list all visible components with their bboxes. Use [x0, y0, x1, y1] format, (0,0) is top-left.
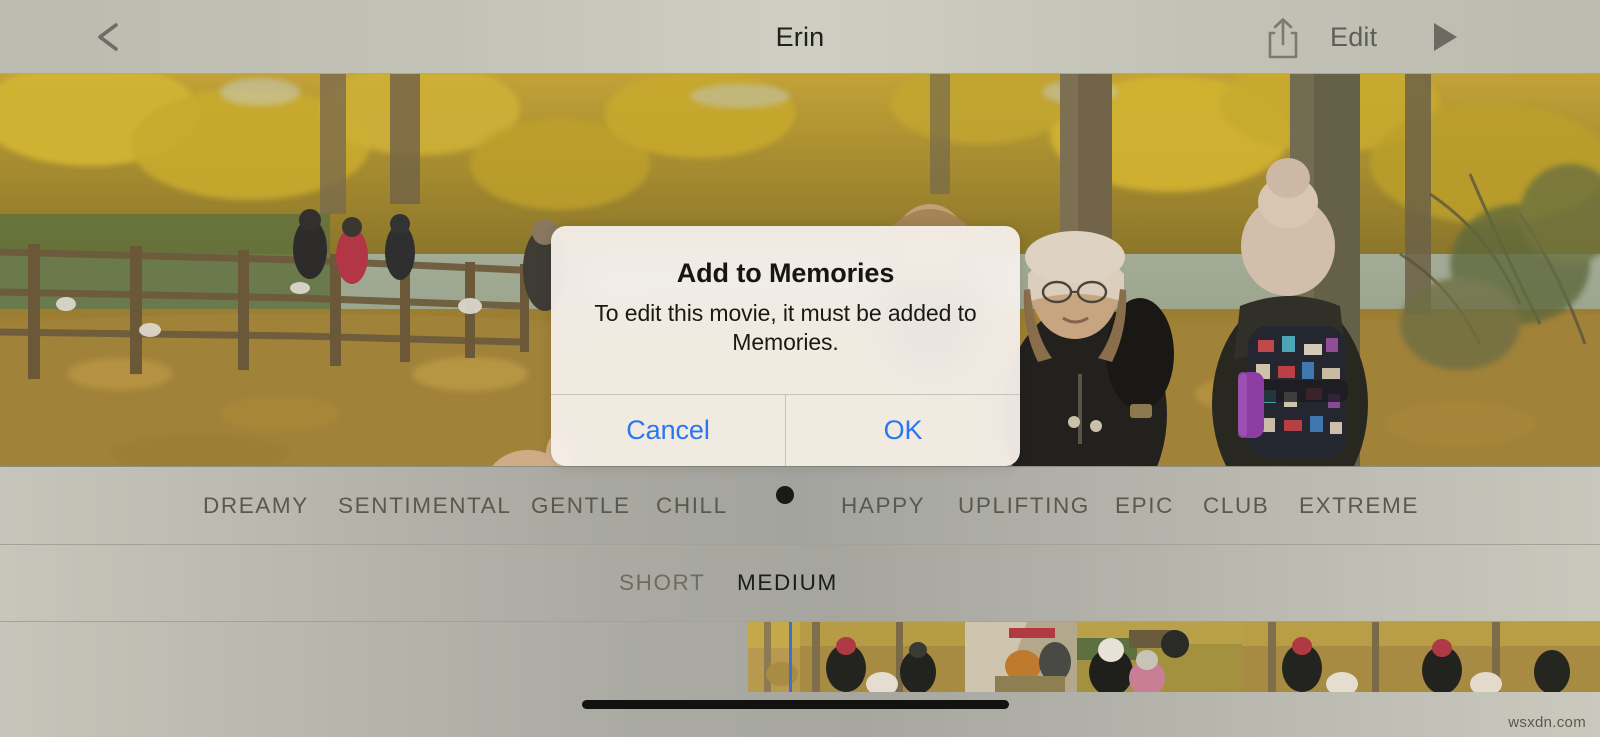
share-icon[interactable]	[1264, 16, 1302, 60]
photos-memory-editor-screen: Erin Edit DREAMY SENTIMENTAL GENTLE CHIL…	[0, 0, 1600, 737]
filmstrip-frame[interactable]	[1077, 622, 1242, 692]
navigation-bar: Erin Edit	[0, 0, 1600, 74]
mood-item-happy[interactable]: HAPPY	[841, 493, 925, 519]
duration-item-medium[interactable]: MEDIUM	[737, 570, 838, 596]
mood-item-sentimental[interactable]: SENTIMENTAL	[338, 493, 511, 519]
filmstrip-frame[interactable]	[965, 622, 1077, 692]
add-to-memories-alert: Add to Memories To edit this movie, it m…	[551, 226, 1020, 466]
mood-item-club[interactable]: CLUB	[1203, 493, 1269, 519]
cancel-button[interactable]: Cancel	[551, 395, 785, 466]
alert-title: Add to Memories	[676, 258, 895, 288]
filmstrip-frame[interactable]	[1242, 622, 1600, 692]
filmstrip[interactable]	[748, 622, 1600, 692]
filmstrip-frame[interactable]	[748, 622, 800, 692]
mood-selected-indicator-dot	[776, 486, 794, 504]
alert-body: Add to Memories To edit this movie, it m…	[551, 226, 1020, 356]
ok-button[interactable]: OK	[785, 395, 1020, 466]
timeline-playhead[interactable]	[789, 622, 792, 692]
edit-button[interactable]: Edit	[1330, 0, 1377, 74]
home-indicator	[582, 700, 1009, 709]
play-icon[interactable]	[1430, 21, 1460, 53]
alert-button-row: Cancel OK	[551, 394, 1020, 466]
mood-item-gentle[interactable]: GENTLE	[531, 493, 631, 519]
filmstrip-frame[interactable]	[800, 622, 965, 692]
mood-item-dreamy[interactable]: DREAMY	[203, 493, 309, 519]
mood-item-chill[interactable]: CHILL	[656, 493, 728, 519]
timeline-area[interactable]	[0, 622, 1600, 737]
mood-item-uplifting[interactable]: UPLIFTING	[958, 493, 1090, 519]
mood-item-extreme[interactable]: EXTREME	[1299, 493, 1419, 519]
alert-message: To edit this movie, it must be added to …	[594, 300, 977, 355]
duration-item-short[interactable]: SHORT	[619, 570, 705, 596]
duration-selector-strip[interactable]: SHORT MEDIUM	[0, 545, 1600, 622]
mood-item-epic[interactable]: EPIC	[1115, 493, 1174, 519]
watermark: wsxdn.com	[1508, 714, 1586, 731]
mood-selector-strip[interactable]: DREAMY SENTIMENTAL GENTLE CHILL HAPPY UP…	[0, 466, 1600, 545]
